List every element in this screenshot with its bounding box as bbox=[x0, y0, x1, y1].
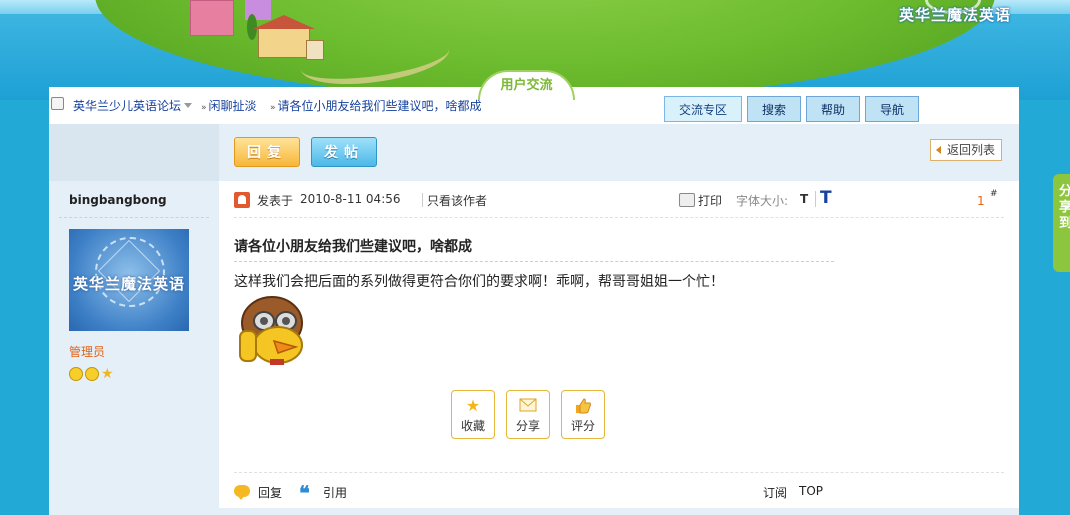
star-rank-icon: ★ bbox=[101, 365, 114, 382]
breadcrumb-item-thread[interactable]: » 请各位小朋友给我们些建议吧，啥都成 bbox=[269, 97, 482, 114]
print-icon[interactable] bbox=[679, 193, 695, 207]
font-small-button[interactable]: T bbox=[800, 192, 808, 206]
nav-item-help[interactable]: 帮助 bbox=[806, 96, 860, 122]
floor-number[interactable]: 1 bbox=[977, 194, 985, 208]
chevron-down-icon[interactable] bbox=[184, 103, 193, 108]
breadcrumb-separator: » bbox=[270, 103, 276, 113]
print-link[interactable]: 打印 bbox=[698, 192, 722, 209]
quote-link[interactable]: 引用 bbox=[323, 484, 347, 501]
breadcrumb-item-forum[interactable]: 英华兰少儿英语论坛 bbox=[73, 97, 193, 114]
pilot-chick-emoticon bbox=[239, 296, 303, 365]
subscribe-link[interactable]: 订阅 bbox=[763, 484, 787, 501]
reply-button[interactable]: 回复 bbox=[234, 137, 300, 167]
breadcrumb-separator: » bbox=[201, 103, 207, 113]
author-name[interactable]: bingbangbong bbox=[69, 193, 167, 207]
nav-item-exchange[interactable]: 交流专区 bbox=[664, 96, 742, 122]
back-to-list-button[interactable]: 返回列表 bbox=[930, 139, 1002, 161]
nav-item-navigation[interactable]: 导航 bbox=[865, 96, 919, 122]
avatar-text: 英华兰魔法英语 bbox=[72, 275, 185, 293]
reply-link[interactable]: 回复 bbox=[258, 484, 282, 501]
star-icon: ★ bbox=[465, 396, 481, 415]
action-bar bbox=[49, 124, 1019, 181]
thumb-icon bbox=[574, 398, 592, 414]
post-author-icon bbox=[234, 192, 250, 208]
quote-icon[interactable]: ❝ bbox=[299, 481, 310, 505]
favorite-button[interactable]: ★ 收藏 bbox=[451, 390, 495, 439]
nav-item-search[interactable]: 搜索 bbox=[747, 96, 801, 122]
author-role[interactable]: 管理员 bbox=[69, 343, 105, 360]
post-title: 请各位小朋友给我们些建议吧，啥都成 bbox=[234, 239, 472, 255]
share-label: 分享 bbox=[515, 419, 540, 433]
divider bbox=[59, 217, 209, 218]
share-icon bbox=[519, 398, 537, 414]
favorite-label: 收藏 bbox=[460, 419, 485, 433]
font-large-button[interactable]: T bbox=[820, 188, 832, 208]
smiley-rank-icon bbox=[85, 366, 99, 381]
posted-time: 2010-8-11 04:56 bbox=[300, 192, 401, 206]
rank-icons: ★ bbox=[69, 366, 114, 381]
back-to-top-link[interactable]: TOP bbox=[799, 484, 823, 498]
building-illustration bbox=[190, 0, 234, 36]
divider bbox=[815, 191, 816, 207]
action-bar-left bbox=[49, 124, 219, 181]
smiley-rank-icon bbox=[69, 366, 83, 381]
reply-bubble-icon[interactable] bbox=[234, 485, 250, 500]
font-size-label: 字体大小: bbox=[736, 194, 789, 208]
rate-label: 评分 bbox=[570, 419, 595, 433]
post-meta: 发表于 2010-8-11 04:56 只看该作者 打印 字体大小: T T 1… bbox=[234, 188, 1004, 211]
small-house-illustration bbox=[306, 40, 324, 60]
footer-strip bbox=[49, 508, 1019, 515]
share-button[interactable]: 分享 bbox=[506, 390, 550, 439]
home-icon[interactable] bbox=[51, 97, 64, 110]
divider bbox=[234, 217, 1004, 218]
breadcrumb-item-chat[interactable]: » 闲聊扯淡 bbox=[200, 97, 257, 114]
only-author-link[interactable]: 只看该作者 bbox=[427, 192, 487, 209]
floor-hash: # bbox=[990, 189, 998, 199]
share-side-tab[interactable]: 分享到 bbox=[1053, 174, 1070, 272]
divider bbox=[234, 261, 834, 262]
house-illustration bbox=[253, 15, 315, 58]
new-post-button[interactable]: 发帖 bbox=[311, 137, 377, 167]
posted-label: 发表于 bbox=[257, 194, 294, 208]
divider bbox=[422, 193, 423, 207]
divider bbox=[234, 472, 1004, 473]
brand-title: 英华兰魔法英语 bbox=[899, 6, 1012, 24]
rate-button[interactable]: 评分 bbox=[561, 390, 605, 439]
avatar[interactable]: 英华兰魔法英语 bbox=[69, 229, 189, 331]
post-body: 这样我们会把后面的系列做得更符合你们的要求啊！乖啊，帮哥哥姐姐一个忙！ bbox=[234, 274, 724, 290]
